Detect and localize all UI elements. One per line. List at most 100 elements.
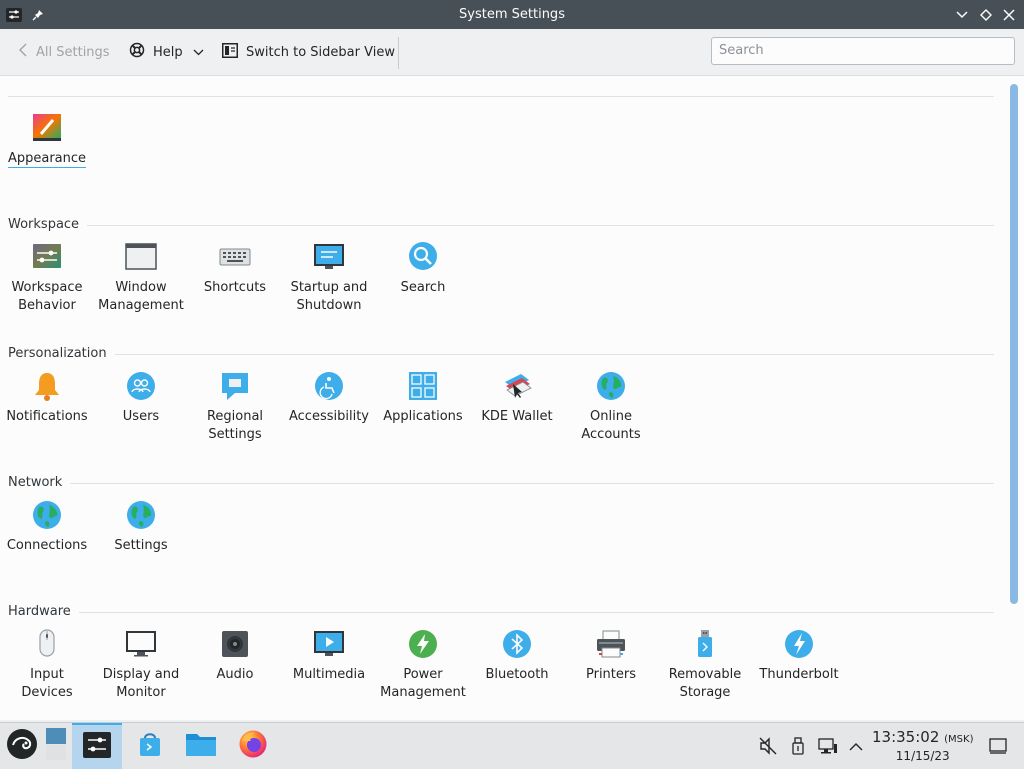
- startup-icon: [313, 241, 345, 273]
- help-icon: [129, 42, 145, 62]
- item-printers[interactable]: Printers: [564, 628, 658, 684]
- item-label: Connections: [6, 538, 88, 553]
- multimedia-icon: [313, 628, 345, 660]
- item-thunderbolt[interactable]: Thunderbolt: [752, 628, 846, 684]
- title-bar: System Settings: [0, 0, 1024, 29]
- volume-muted-icon[interactable]: [756, 725, 780, 767]
- users-icon: [125, 370, 157, 402]
- item-label-line2: Settings: [208, 427, 262, 442]
- task-firefox[interactable]: [230, 725, 276, 767]
- chevron-down-icon: [193, 45, 204, 60]
- desktop-pager-icon: [44, 726, 68, 766]
- toolbar: All Settings Help Switch to Sidebar View…: [0, 29, 1024, 76]
- item-label-line2: Accounts: [581, 427, 641, 442]
- window-title: System Settings: [459, 7, 565, 22]
- item-label-line2: Management: [98, 298, 184, 313]
- search-input[interactable]: Search: [711, 37, 1015, 65]
- item-startup-shutdown[interactable]: Startup and Shutdown: [282, 241, 376, 315]
- section-workspace: Workspace: [8, 217, 88, 232]
- maximize-icon[interactable]: [977, 6, 995, 24]
- help-button[interactable]: Help: [129, 29, 204, 75]
- task-system-settings[interactable]: [72, 723, 122, 769]
- task-discover[interactable]: [128, 725, 172, 767]
- item-window-management[interactable]: Window Management: [94, 241, 188, 315]
- item-search[interactable]: Search: [376, 241, 470, 297]
- folder-icon: [185, 730, 217, 762]
- globe-icon: [595, 370, 627, 402]
- item-label: Settings: [114, 538, 168, 553]
- item-label: Search: [400, 280, 446, 295]
- globe-icon: [125, 499, 157, 531]
- item-label-line2: Shutdown: [296, 298, 362, 313]
- section-personalization: Personalization: [8, 346, 115, 361]
- divider: [8, 612, 994, 613]
- item-power-management[interactable]: Power Management: [376, 628, 470, 702]
- search-icon: [407, 241, 439, 273]
- wallet-icon: [501, 370, 533, 402]
- item-label-line2: Behavior: [18, 298, 76, 313]
- scrollbar-thumb[interactable]: [1010, 84, 1018, 604]
- item-label: Thunderbolt: [759, 667, 839, 682]
- item-label: Users: [122, 409, 160, 424]
- item-display-monitor[interactable]: Display and Monitor: [94, 628, 188, 702]
- back-arrow-icon: [18, 43, 28, 61]
- item-removable-storage[interactable]: Removable Storage: [658, 628, 752, 702]
- item-applications[interactable]: Applications: [376, 370, 470, 426]
- item-label-line1: Workspace: [11, 280, 83, 295]
- chevron-up-icon[interactable]: [845, 725, 867, 767]
- power-icon: [407, 628, 439, 660]
- item-label: KDE Wallet: [481, 409, 553, 424]
- close-icon[interactable]: [1000, 6, 1018, 24]
- item-shortcuts[interactable]: Shortcuts: [188, 241, 282, 297]
- system-settings-icon: [83, 732, 111, 762]
- item-label-line1: Display and: [102, 667, 180, 682]
- network-icon[interactable]: [815, 725, 841, 767]
- item-kde-wallet[interactable]: KDE Wallet: [470, 370, 564, 426]
- globe-icon: [31, 499, 63, 531]
- item-label-line1: Removable: [668, 667, 742, 682]
- switch-sidebar-view-button[interactable]: Switch to Sidebar View: [222, 29, 395, 75]
- item-label: Shortcuts: [203, 280, 267, 295]
- clock[interactable]: 13:35:02 (MSK) 11/15/23: [872, 729, 974, 764]
- item-audio[interactable]: Audio: [188, 628, 282, 684]
- applications-icon: [407, 370, 439, 402]
- appearance-icon: [31, 112, 63, 144]
- firefox-icon: [238, 729, 268, 763]
- item-connections[interactable]: Connections: [0, 499, 94, 555]
- speaker-icon: [219, 628, 251, 660]
- usb-device-icon[interactable]: [786, 725, 810, 767]
- item-accessibility[interactable]: Accessibility: [282, 370, 376, 426]
- item-label: Accessibility: [289, 409, 369, 424]
- item-bluetooth[interactable]: Bluetooth: [470, 628, 564, 684]
- window-management-icon: [125, 241, 157, 273]
- section-hardware: Hardware: [8, 604, 79, 619]
- peek-desktop-icon[interactable]: [986, 725, 1010, 767]
- printer-icon: [595, 628, 627, 660]
- item-label-line1: Input: [30, 667, 64, 682]
- app-launcher-button[interactable]: [4, 725, 40, 767]
- divider: [8, 483, 994, 484]
- item-workspace-behavior[interactable]: Workspace Behavior: [0, 241, 94, 315]
- item-label-line1: Power: [403, 667, 443, 682]
- keyboard-icon: [219, 241, 251, 273]
- item-label-line2: Monitor: [116, 685, 166, 700]
- taskbar: 13:35:02 (MSK) 11/15/23: [0, 722, 1024, 769]
- regional-settings-icon: [219, 370, 251, 402]
- all-settings-button[interactable]: All Settings: [18, 29, 110, 75]
- item-label-line1: Window: [115, 280, 167, 295]
- show-desktop-button[interactable]: [42, 725, 70, 767]
- sidebar-view-icon: [222, 42, 238, 62]
- item-multimedia[interactable]: Multimedia: [282, 628, 376, 684]
- item-regional-settings[interactable]: Regional Settings: [188, 370, 282, 444]
- minimize-icon[interactable]: [953, 6, 971, 24]
- item-label: Audio: [216, 667, 254, 682]
- item-appearance[interactable]: Appearance: [0, 112, 94, 168]
- item-label-line2: Devices: [21, 685, 73, 700]
- task-file-manager[interactable]: [178, 725, 224, 767]
- item-notifications[interactable]: Notifications: [0, 370, 94, 426]
- item-input-devices[interactable]: Input Devices: [0, 628, 94, 702]
- item-label-line1: Online: [590, 409, 632, 424]
- item-users[interactable]: Users: [94, 370, 188, 426]
- item-network-settings[interactable]: Settings: [94, 499, 188, 555]
- item-online-accounts[interactable]: Online Accounts: [564, 370, 658, 444]
